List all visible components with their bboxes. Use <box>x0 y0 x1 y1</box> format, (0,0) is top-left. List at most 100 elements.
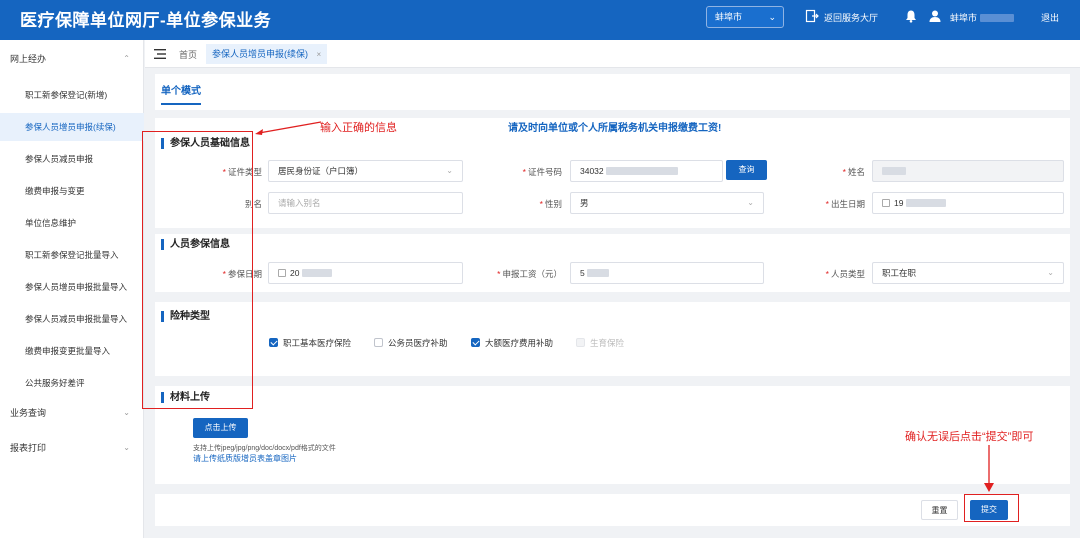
checkbox-empty-icon <box>374 338 383 347</box>
city-select[interactable]: 蚌埠市 ⌄ <box>706 6 784 28</box>
app-title: 医疗保障单位网厅-单位参保业务 <box>20 11 272 30</box>
checkbox-label: 大额医疗费用补助 <box>485 338 554 348</box>
alias-input[interactable]: 请输入别名 <box>268 192 463 214</box>
back-to-hall-link[interactable]: 返回服务大厅 <box>824 11 878 24</box>
tab-active[interactable]: 参保人员增员申报(续保) × <box>206 44 328 64</box>
sidebar-item[interactable]: 职工新参保登记批量导入 <box>0 241 144 269</box>
sidebar-item[interactable]: 参保人员减员申报批量导入 <box>0 305 144 333</box>
annotation-arrow-left-icon <box>255 121 322 135</box>
top-header: 医疗保障单位网厅-单位参保业务 蚌埠市 ⌄ 返回服务大厅 蚌埠市 退出 <box>0 0 1080 40</box>
gender-select[interactable]: 男 ⌄ <box>570 192 764 214</box>
person-type-select[interactable]: 职工在职 ⌄ <box>872 262 1064 284</box>
annotation-enter-info: 输入正确的信息 <box>320 122 397 134</box>
annotation-submit-box <box>964 494 1019 522</box>
checkbox-checked-icon <box>471 338 480 347</box>
person-type-label-text: 人员类型 <box>830 269 865 279</box>
gender-label-text: 性别 <box>544 199 562 209</box>
checkbox-label: 公务员医疗补助 <box>388 338 448 348</box>
person-type-value: 职工在职 <box>882 268 917 278</box>
close-icon[interactable]: × <box>317 50 322 59</box>
user-city-text: 蚌埠市 <box>950 13 978 23</box>
chevron-down-icon: ⌄ <box>1047 268 1054 277</box>
birth-date-label: * 出生日期 <box>825 199 865 209</box>
calendar-icon <box>278 269 286 277</box>
sidebar-item[interactable]: 参保人员减员申报 <box>0 145 144 173</box>
sidebar-item-active[interactable]: 参保人员增员申报(续保) <box>0 113 144 141</box>
sidebar-item[interactable]: 公共服务好差评 <box>0 369 144 397</box>
tab-home[interactable]: 首页 <box>179 48 197 61</box>
insurance-type-card: 险种类型 职工基本医疗保险 公务员医疗补助 大额医疗费用补助 生育保险 <box>155 302 1070 376</box>
menu-toggle-icon[interactable] <box>154 49 166 59</box>
masked-name <box>882 167 906 175</box>
person-type-label: * 人员类型 <box>825 269 865 279</box>
tab-single-mode[interactable]: 单个模式 <box>161 82 201 105</box>
checkbox-checked-icon <box>269 338 278 347</box>
chevron-down-icon: ⌄ <box>747 198 754 207</box>
masked-birth-date <box>905 199 946 207</box>
checkbox-civil-servant[interactable]: 公务员医疗补助 <box>374 337 448 349</box>
masked-id-number <box>606 167 679 175</box>
sidebar-group-query[interactable]: 业务查询 ⌄ <box>0 402 144 424</box>
birth-date-value: 19 <box>894 198 904 208</box>
masked-insured-date <box>301 269 332 277</box>
city-select-value: 蚌埠市 <box>715 12 743 22</box>
sidebar-item[interactable]: 职工新参保登记(新增) <box>0 81 144 109</box>
logout-link[interactable]: 退出 <box>1041 11 1059 24</box>
id-number-value: 34032 <box>580 166 604 176</box>
tax-notice: 请及时向单位或个人所属税务机关申报缴费工资! <box>508 123 722 134</box>
id-type-value: 居民身份证（户口簿） <box>278 166 364 176</box>
sidebar-item[interactable]: 缴费申报变更批量导入 <box>0 337 144 365</box>
sidebar-group-online[interactable]: 网上经办 ⌃ <box>0 48 144 70</box>
sidebar-item[interactable]: 缴费申报与变更 <box>0 177 144 205</box>
checkbox-disabled-icon <box>576 338 585 347</box>
id-number-input[interactable]: 34032 <box>570 160 723 182</box>
masked-wage <box>587 269 610 277</box>
insured-info-card: 人员参保信息 * 参保日期 20 * 申报工资（元） 5 * 人员类型 职工在职 ⌄ <box>155 234 1070 292</box>
insured-date-input[interactable]: 20 <box>268 262 463 284</box>
checkbox-large-medical[interactable]: 大额医疗费用补助 <box>471 337 553 349</box>
checkbox-basic-medical[interactable]: 职工基本医疗保险 <box>269 337 351 349</box>
upload-button[interactable]: 点击上传 <box>193 418 248 438</box>
wage-label-text: 申报工资（元） <box>502 269 562 279</box>
insured-date-value: 20 <box>290 268 300 278</box>
query-button[interactable]: 查询 <box>726 160 767 180</box>
birth-date-input[interactable]: 19 <box>872 192 1064 214</box>
name-label: * 姓名 <box>842 167 865 177</box>
chevron-down-icon: ⌄ <box>123 408 130 417</box>
user-city-label: 蚌埠市 <box>950 11 1014 24</box>
checkbox-maternity[interactable]: 生育保险 <box>576 337 624 349</box>
name-label-text: 姓名 <box>847 167 865 177</box>
id-number-label-text: 证件号码 <box>527 167 562 177</box>
annotation-confirm-submit: 确认无误后点击“提交”即可 <box>905 431 1034 443</box>
id-number-label: * 证件号码 <box>522 167 562 177</box>
birth-date-label-text: 出生日期 <box>830 199 865 209</box>
footer-card: 重置 提交 <box>155 494 1070 526</box>
exit-hall-icon <box>805 9 819 23</box>
annotation-arrow-down-icon <box>984 445 994 492</box>
reset-button[interactable]: 重置 <box>921 500 958 520</box>
id-type-select[interactable]: 居民身份证（户口簿） ⌄ <box>268 160 463 182</box>
sidebar-group-label: 报表打印 <box>10 443 47 453</box>
wage-input[interactable]: 5 <box>570 262 764 284</box>
wage-label: * 申报工资（元） <box>497 269 562 279</box>
tab-active-label: 参保人员增员申报(续保) <box>212 49 308 59</box>
checkbox-label: 生育保险 <box>590 338 625 348</box>
upload-format-hint: 支持上传jpeg/jpg/png/doc/docx/pdf格式的文件 <box>193 445 336 452</box>
checkbox-label: 职工基本医疗保险 <box>283 338 352 348</box>
mode-tab-card: 单个模式 <box>155 74 1070 110</box>
sidebar-group-label: 业务查询 <box>10 408 47 418</box>
gender-value: 男 <box>580 198 589 208</box>
tab-bar: 首页 参保人员增员申报(续保) × <box>145 40 1080 68</box>
user-icon <box>929 10 941 22</box>
bell-icon[interactable] <box>904 9 918 23</box>
chevron-up-icon: ⌃ <box>123 54 130 63</box>
chevron-down-icon: ⌄ <box>446 166 453 175</box>
sidebar-group-print[interactable]: 报表打印 ⌄ <box>0 437 144 459</box>
masked-username <box>979 14 1014 22</box>
sidebar-item[interactable]: 参保人员增员申报批量导入 <box>0 273 144 301</box>
annotation-highlight-box <box>142 131 253 409</box>
wage-value: 5 <box>580 268 585 278</box>
name-input[interactable] <box>872 160 1064 182</box>
sidebar-item[interactable]: 单位信息维护 <box>0 209 144 237</box>
upload-seal-link[interactable]: 请上传纸质版增员表盖章图片 <box>193 453 297 464</box>
